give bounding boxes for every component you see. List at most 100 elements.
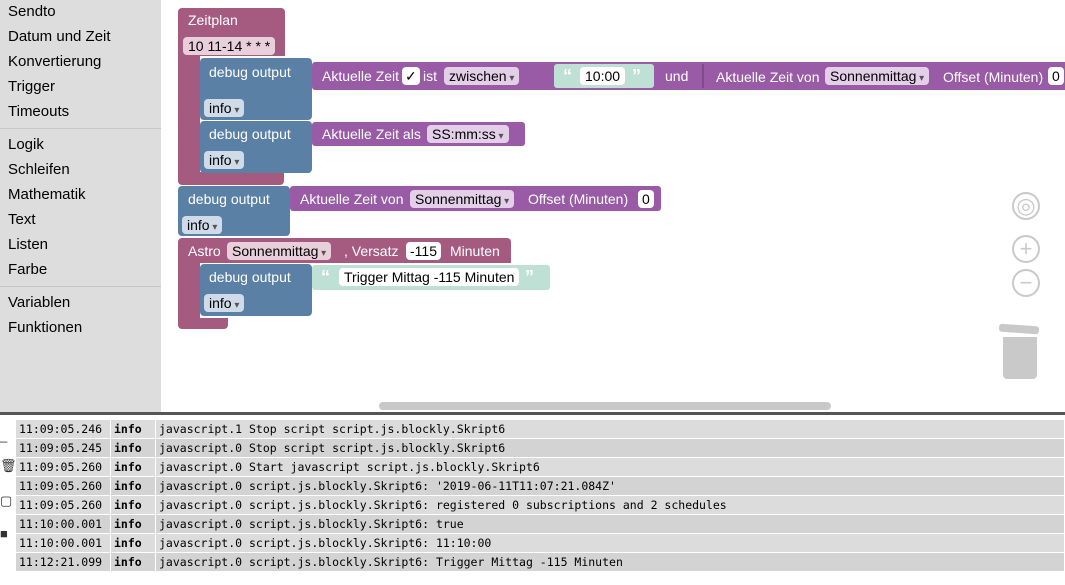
horizontal-scrollbar[interactable]: [379, 402, 831, 410]
category-item[interactable]: Sendto: [0, 0, 161, 25]
log-level: info: [110, 495, 156, 515]
log-message: javascript.1 Stop script script.js.block…: [155, 420, 1065, 439]
quote-open-icon: “: [321, 267, 330, 287]
category-toolbox: Sendto Datum und Zeit Konvertierung Trigger…: [0, 0, 161, 412]
copy-icon[interactable]: ▢: [0, 493, 12, 509]
category-separator: [0, 125, 161, 133]
time-compare-prefix: Aktuelle Zeit: [322, 68, 400, 84]
log-time: 11:10:00.001: [16, 533, 111, 553]
quote-open-icon: “: [563, 66, 572, 86]
scroll-down-icon[interactable]: _: [0, 428, 10, 444]
log-row: 11:12:21.099 info javascript.0 script.js.b…: [16, 552, 1065, 572]
log-message: javascript.0 script.js.blockly.Skript6: …: [155, 476, 1065, 496]
log-level: info: [110, 476, 156, 496]
versatz-label: , Versatz: [344, 243, 399, 259]
clear-log-icon[interactable]: 🗑: [0, 458, 17, 474]
category-item[interactable]: Datum und Zeit: [0, 25, 161, 50]
log-time: 11:09:05.260: [16, 476, 111, 496]
zoom-in-icon[interactable]: +: [1012, 235, 1040, 263]
log-time: 11:12:21.099: [16, 552, 111, 572]
und-label: und: [665, 68, 689, 84]
minuten-label: Minuten: [450, 243, 500, 259]
log-level-icon[interactable]: ■: [0, 526, 10, 542]
log-row: 11:09:05.245 info javascript.0 Stop script…: [16, 438, 1065, 458]
debug-label: debug output: [209, 269, 291, 285]
category-item[interactable]: Timeouts: [0, 100, 161, 125]
time-format-dropdown[interactable]: SS:mm:ss: [427, 125, 509, 143]
log-toolbar: _ 🗑 ▢ ■: [0, 418, 17, 585]
offset-label: Offset (Minuten): [943, 69, 1044, 85]
log-time: 11:09:05.246: [16, 420, 111, 439]
offset-label: Offset (Minuten): [528, 191, 629, 207]
category-item[interactable]: Farbe: [0, 258, 161, 283]
log-message: javascript.0 script.js.blockly.Skript6: …: [155, 495, 1065, 515]
cron-field[interactable]: 10 11-14 * * *: [183, 37, 276, 55]
log-level: info: [110, 514, 156, 534]
category-item[interactable]: Schleifen: [0, 158, 161, 183]
schedule-block-footer: [178, 172, 284, 185]
sun-dropdown[interactable]: Sonnenmittag: [410, 190, 515, 208]
debug-level-dropdown[interactable]: info: [204, 294, 245, 312]
astro-sun-dropdown[interactable]: Sonnenmittag: [227, 242, 332, 260]
log-time: 11:10:00.001: [16, 514, 111, 534]
log-row: 11:09:05.260 info javascript.0 script.js.b…: [16, 495, 1065, 515]
log-row: 11:09:05.260 info javascript.0 Start javas…: [16, 457, 1065, 477]
trash-icon[interactable]: [998, 323, 1040, 380]
astro-title: Astro: [188, 243, 221, 259]
time-text-field[interactable]: 10:00: [580, 67, 626, 85]
text-field[interactable]: Trigger Mittag -115 Minuten: [339, 268, 520, 286]
category-item[interactable]: Logik: [0, 133, 161, 158]
log-row: 11:10:00.001 info javascript.0 script.js.b…: [16, 533, 1065, 553]
log-level: info: [110, 420, 156, 439]
target-icon[interactable]: ◎: [1012, 192, 1040, 220]
schedule-block-spine: [178, 52, 200, 176]
log-level: info: [110, 457, 156, 477]
versatz-field[interactable]: -115: [406, 242, 441, 260]
log-message: javascript.0 Start javascript script.js.…: [155, 457, 1065, 477]
log-message: javascript.0 Stop script script.js.block…: [155, 438, 1065, 458]
log-message: javascript.0 script.js.blockly.Skript6: …: [155, 514, 1065, 534]
time-format-prefix: Aktuelle Zeit als: [322, 126, 421, 142]
debug-level-dropdown[interactable]: info: [204, 99, 245, 117]
astro-block-spine: [178, 262, 200, 322]
quote-close-icon: ”: [632, 66, 641, 86]
astro-block-footer: [178, 318, 228, 329]
zoom-out-icon[interactable]: −: [1012, 269, 1040, 297]
log-row: 11:10:00.001 info javascript.0 script.js.b…: [16, 514, 1065, 534]
category-item[interactable]: Funktionen: [0, 316, 161, 341]
log-level: info: [110, 533, 156, 553]
category-item[interactable]: Variablen: [0, 291, 161, 316]
category-item[interactable]: Konvertierung: [0, 50, 161, 75]
debug-label: debug output: [209, 126, 291, 142]
quote-close-icon: ”: [525, 267, 534, 287]
debug-level-dropdown[interactable]: info: [182, 216, 223, 234]
debug-label: debug output: [188, 191, 270, 207]
log-table: 11:09:05.246 info javascript.1 Stop script…: [16, 420, 1065, 572]
category-item[interactable]: Trigger: [0, 75, 161, 100]
checkbox-field[interactable]: ✓: [402, 67, 420, 85]
category-item[interactable]: Text: [0, 208, 161, 233]
sun-dropdown[interactable]: Sonnenmittag: [825, 67, 930, 85]
offset-field[interactable]: 0: [1048, 67, 1064, 85]
compare-mode-dropdown[interactable]: zwischen: [444, 67, 520, 85]
log-level: info: [110, 552, 156, 572]
sun-time-prefix: Aktuelle Zeit von: [716, 69, 820, 85]
log-message: javascript.0 script.js.blockly.Skript6: …: [155, 552, 1065, 572]
log-time: 11:09:05.260: [16, 495, 111, 515]
debug-level-dropdown[interactable]: info: [204, 151, 245, 169]
debug-label: debug output: [209, 64, 291, 80]
log-time: 11:09:05.245: [16, 438, 111, 458]
schedule-title: Zeitplan: [188, 12, 238, 28]
offset-field[interactable]: 0: [638, 190, 654, 208]
category-separator: [0, 283, 161, 291]
log-row: 11:09:05.246 info javascript.1 Stop script…: [16, 420, 1065, 439]
log-level: info: [110, 438, 156, 458]
log-panel: _ 🗑 ▢ ■ 11:09:05.246 info javascript.1 Sto…: [0, 412, 1065, 585]
ist-label: ist: [423, 68, 437, 84]
log-message: javascript.0 script.js.blockly.Skript6: …: [155, 533, 1065, 553]
sun-time-prefix: Aktuelle Zeit von: [300, 191, 404, 207]
category-item[interactable]: Mathematik: [0, 183, 161, 208]
category-item[interactable]: Listen: [0, 233, 161, 258]
blockly-workspace[interactable]: Zeitplan 10 11-14 * * * debug output inf…: [161, 0, 1065, 412]
log-row: 11:09:05.260 info javascript.0 script.js.b…: [16, 476, 1065, 496]
